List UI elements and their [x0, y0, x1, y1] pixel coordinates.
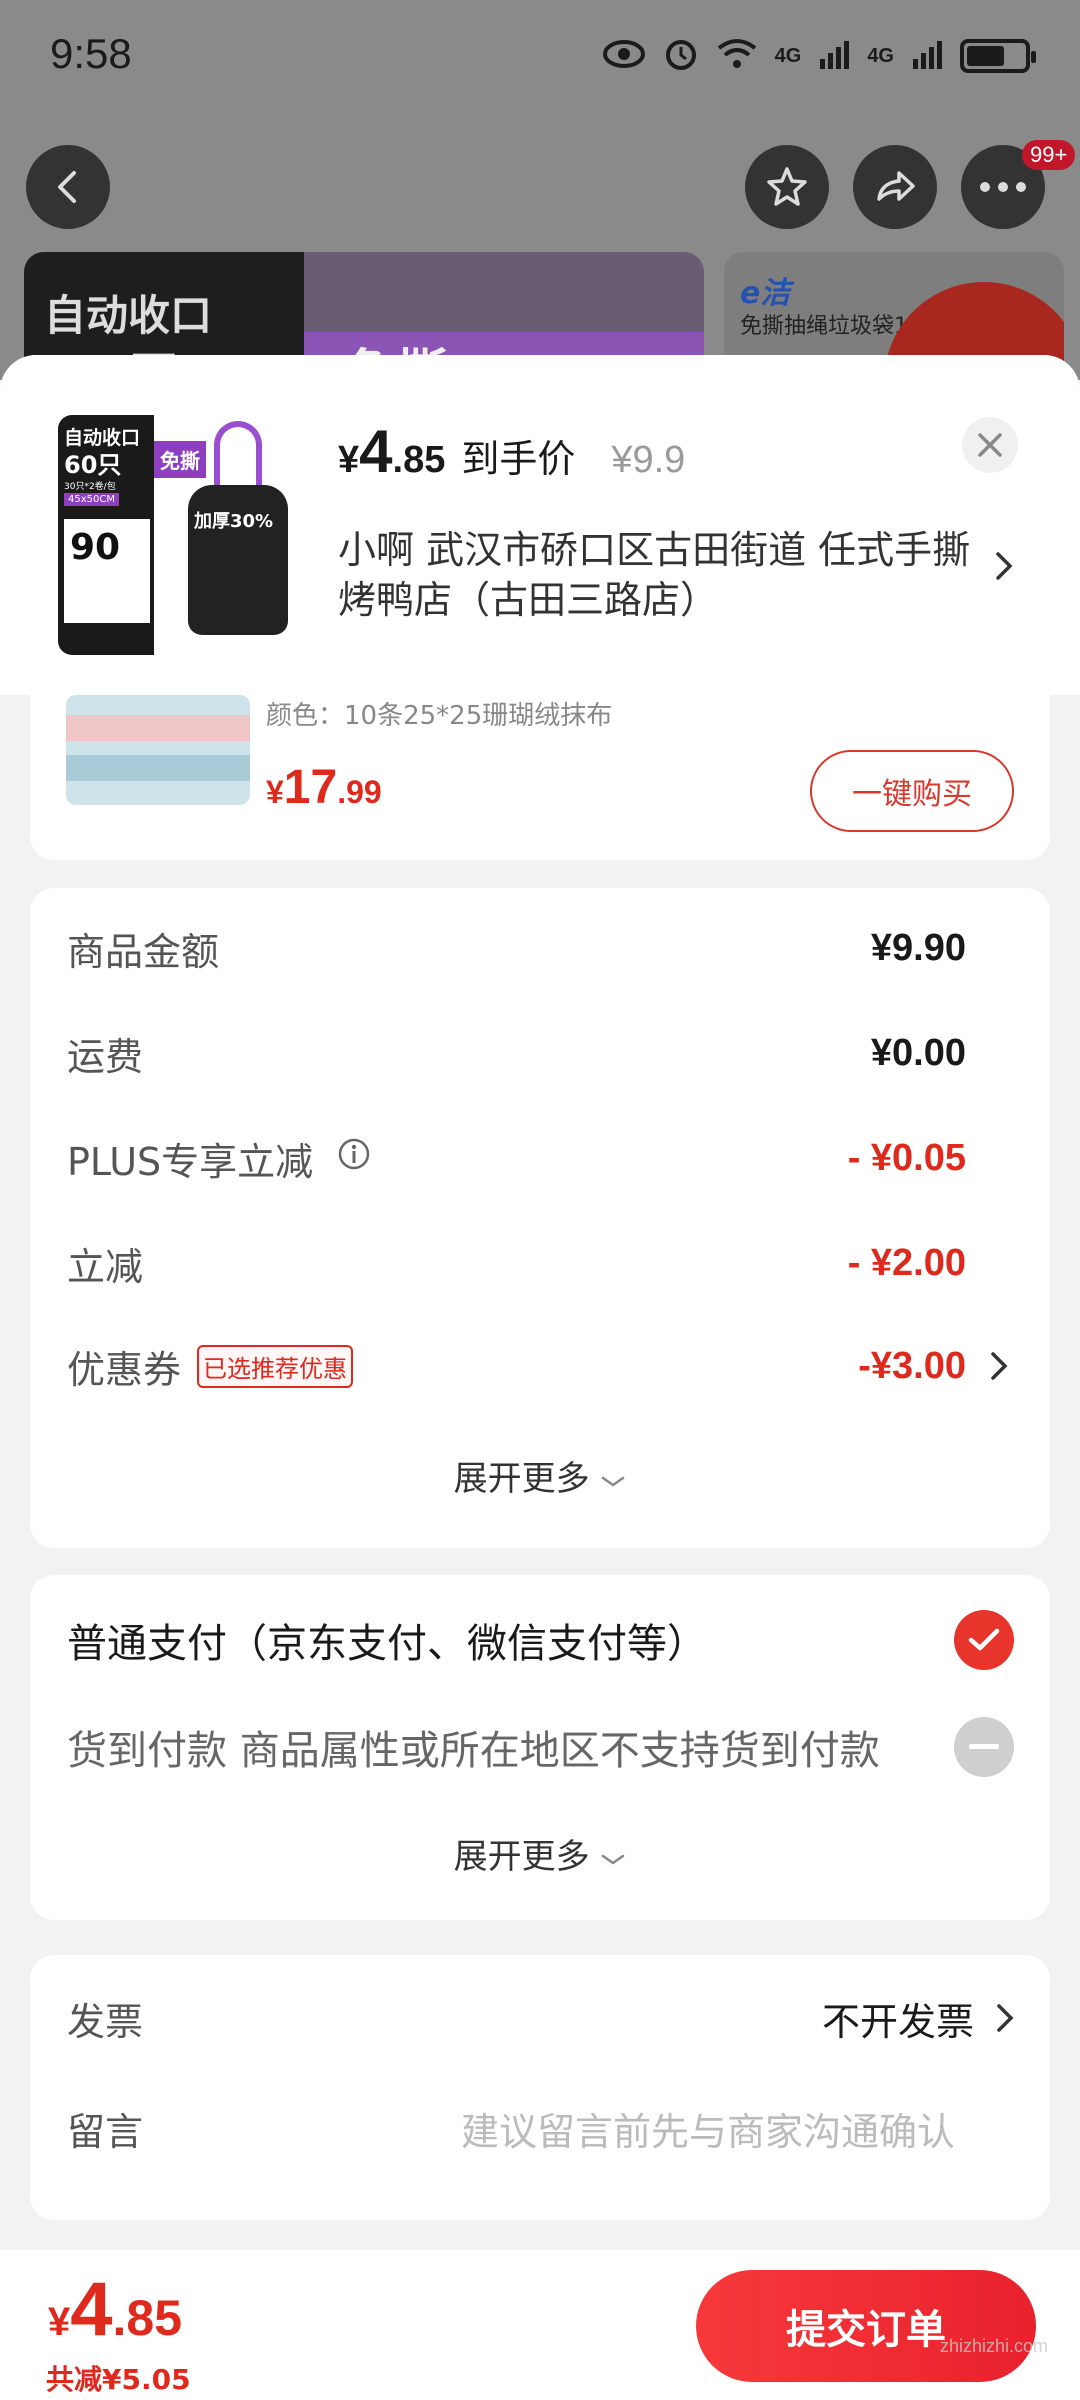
invoice-value-wrap: 不开发票: [822, 1991, 1014, 2046]
invoice-label: 发票: [67, 1999, 144, 2044]
price-integer: 4: [359, 418, 393, 485]
close-icon: [978, 433, 1002, 457]
amount-row-goods: 商品金额 ¥9.90: [67, 918, 966, 978]
product-price: ¥ 17 .99: [266, 760, 382, 815]
status-time: 9:58: [50, 30, 132, 77]
row-label-wrap: 优惠券 已选推荐优惠: [67, 1339, 354, 1394]
submit-order-button[interactable]: 提交订单: [696, 2270, 1036, 2382]
payment-method-card: 普通支付（京东支付、微信支付等） 货到付款 商品属性或所在地区不支持货到付款 展…: [30, 1575, 1050, 1920]
invoice-value: 不开发票: [821, 1999, 974, 2044]
signal-icon: [912, 39, 942, 73]
remark-row[interactable]: 留言 建议留言前先与商家沟通确认: [67, 2093, 955, 2163]
expand-label: 展开更多: [453, 1459, 590, 1499]
row-value: -¥3.00: [858, 1344, 966, 1387]
chevron-right-icon[interactable]: [990, 1336, 1008, 1396]
product-image: [66, 695, 250, 805]
price-decimal: .85: [112, 2290, 183, 2346]
store-address[interactable]: 小啊 武汉市硚口区古田街道 任式手撕烤鸭店（古田三路店）: [338, 525, 978, 625]
signal-icon: [819, 39, 850, 73]
original-price: ¥9.9: [611, 439, 686, 481]
network-type-1: 4G: [774, 44, 802, 67]
price-symbol: ¥: [266, 774, 284, 810]
remark-label: 留言: [67, 2109, 144, 2154]
row-label-wrap: PLUS专享立减: [67, 1131, 371, 1186]
sheet-header: 自动收口 60只 30只*2卷/包 45x50CM 90 免撕 加厚30% ¥ …: [0, 355, 1080, 695]
amount-row-plus: PLUS专享立减 - ¥0.05: [67, 1128, 966, 1188]
price-integer: 17: [283, 761, 338, 814]
payment-label: 货到付款 商品属性或所在地区不支持货到付款: [67, 1728, 880, 1774]
thumb-tag: 免撕: [154, 441, 206, 478]
row-value: - ¥2.00: [847, 1241, 966, 1284]
star-icon: [767, 167, 807, 206]
product-color: 颜色：10条25*25珊瑚绒抹布: [266, 701, 613, 731]
share-button[interactable]: [853, 145, 937, 229]
amount-row-shipping: 运费 ¥0.00: [67, 1023, 966, 1083]
close-button[interactable]: [962, 417, 1018, 473]
remark-input[interactable]: 建议留言前先与商家沟通确认: [461, 2101, 955, 2156]
thumb-text: 45x50CM: [64, 493, 119, 506]
network-type-2: 4G: [867, 44, 894, 67]
check-icon[interactable]: [954, 1610, 1014, 1670]
thumb-text: 30只*2卷/包: [64, 482, 116, 492]
checkout-bar: ¥ 4 .85 共减¥5.05 提交订单: [0, 2250, 1080, 2400]
back-arrow-icon: [58, 171, 76, 203]
expand-label: 展开更多: [453, 1837, 590, 1877]
row-label: PLUS专享立减: [67, 1139, 314, 1184]
background-page: 9:58 4G 4G 99+ 自动收口 e洁 免撕抽绳垃圾袋120: [0, 0, 1080, 380]
price-symbol: ¥: [48, 2300, 71, 2344]
row-label: 商品金额: [67, 929, 220, 974]
row-label: 运费: [67, 1034, 144, 1079]
chevron-down-icon: [602, 1854, 625, 1865]
row-value: ¥0.00: [870, 1031, 966, 1074]
thumb-text: 60只: [64, 451, 122, 479]
chevron-right-icon: [997, 2004, 1014, 2032]
order-sheet: 自动收口 60只 30只*2卷/包 45x50CM 90 免撕 加厚30% ¥ …: [0, 355, 1080, 2400]
price-symbol: ¥: [338, 439, 360, 481]
row-value: ¥9.90: [870, 926, 966, 969]
price-decimal: .85: [392, 439, 446, 481]
payment-label: 普通支付（京东支付、微信支付等）: [67, 1621, 707, 1667]
back-button[interactable]: [26, 145, 110, 229]
banner-logo: e洁: [740, 276, 791, 311]
payment-option-cod: 货到付款 商品属性或所在地区不支持货到付款: [67, 1712, 1014, 1782]
expand-more-payment[interactable]: 展开更多: [30, 1829, 1050, 1878]
price-line: ¥ 4 .85 到手价 ¥9.9: [338, 417, 685, 486]
wifi-icon: [717, 38, 757, 74]
status-icons: 4G 4G: [602, 36, 1036, 76]
status-bar: 9:58 4G 4G: [0, 0, 1080, 120]
coupon-tag: 已选推荐优惠: [197, 1344, 354, 1388]
amount-summary-card: 商品金额 ¥9.90 运费 ¥0.00 PLUS专享立减 - ¥0.05 立减 …: [30, 888, 1050, 1548]
expand-more-amounts[interactable]: 展开更多: [30, 1451, 1050, 1500]
payment-option-normal[interactable]: 普通支付（京东支付、微信支付等）: [67, 1605, 1014, 1675]
info-icon[interactable]: [337, 1136, 371, 1180]
eye-icon: [602, 39, 645, 73]
battery-icon: [960, 39, 1036, 73]
thumb-text: 加厚30%: [194, 511, 274, 532]
thumb-text: 90: [70, 527, 121, 568]
price-decimal: .99: [337, 774, 382, 810]
product-thumbnail: 自动收口 60只 30只*2卷/包 45x50CM 90 免撕 加厚30%: [58, 415, 298, 655]
one-click-buy-button[interactable]: 一键购买: [810, 750, 1014, 832]
invoice-row[interactable]: 发票 不开发票: [67, 1983, 1014, 2053]
price-integer: 4: [70, 2267, 113, 2352]
total-saving: 共减¥5.05: [46, 2363, 191, 2396]
chevron-right-icon[interactable]: [995, 551, 1013, 585]
more-badge: 99+: [1022, 140, 1076, 170]
watermark: zhizhizhi.com: [940, 2336, 1049, 2356]
favorite-button[interactable]: [745, 145, 829, 229]
invoice-remark-card: 发票 不开发票 留言 建议留言前先与商家沟通确认: [30, 1955, 1050, 2220]
row-value: - ¥0.05: [847, 1136, 966, 1179]
amount-row-discount: 立减 - ¥2.00: [67, 1233, 966, 1293]
amount-row-coupon[interactable]: 优惠券 已选推荐优惠 -¥3.00: [67, 1336, 966, 1396]
more-icon: [980, 182, 1026, 192]
total-price: ¥ 4 .85: [48, 2266, 182, 2353]
share-icon: [877, 171, 915, 201]
alarm-icon: [663, 36, 699, 76]
price-label: 到手价: [461, 437, 576, 481]
row-label: 立减: [67, 1244, 144, 1289]
chevron-down-icon: [602, 1476, 625, 1487]
minus-icon: [954, 1717, 1014, 1777]
row-label: 优惠券: [67, 1347, 182, 1392]
